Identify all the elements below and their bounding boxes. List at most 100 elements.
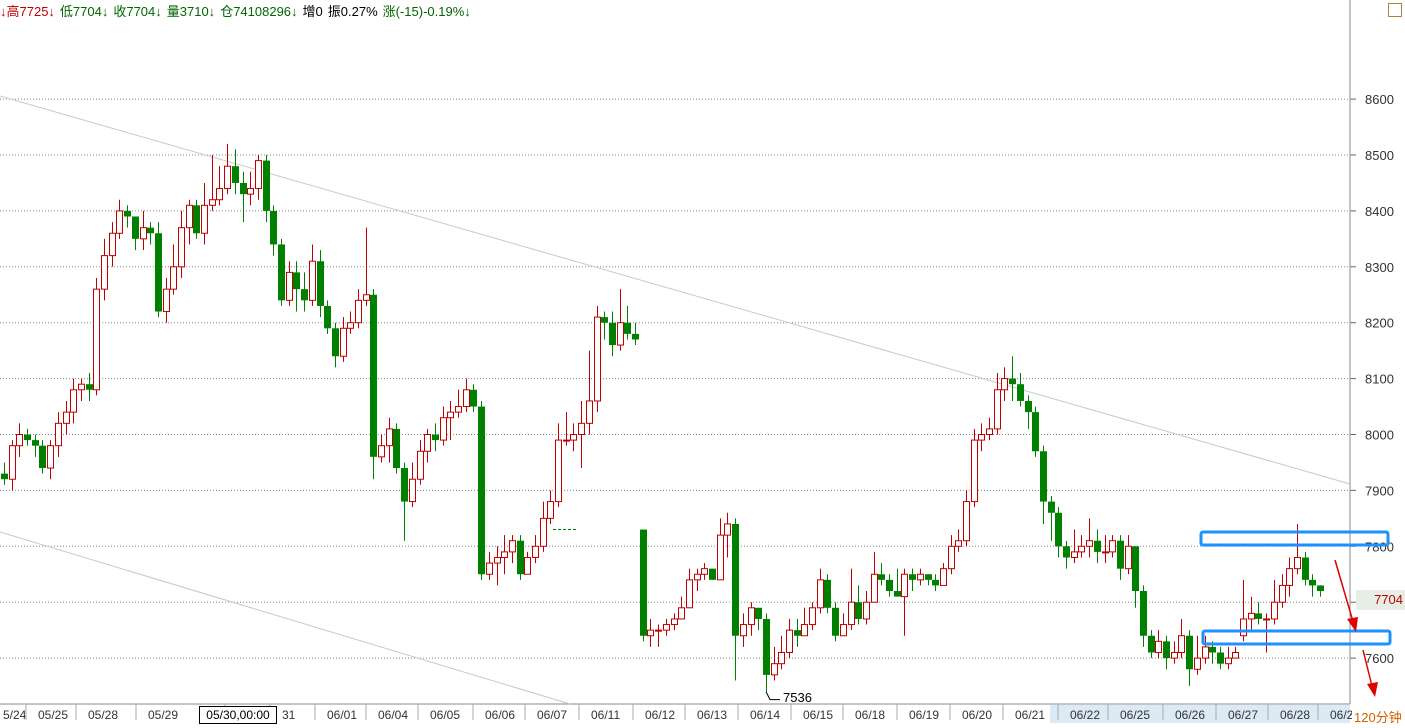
candle-body-down xyxy=(855,602,862,619)
candle-body-down xyxy=(709,568,716,580)
last-price-tag: 7704 xyxy=(1356,590,1405,610)
candle-body-up xyxy=(1248,612,1255,620)
candle-body-down xyxy=(609,322,616,346)
candle-body-up xyxy=(570,434,577,441)
y-tick-label: 8600 xyxy=(1365,92,1394,107)
candle-body-up xyxy=(1232,652,1239,659)
candle-body-up xyxy=(140,227,147,240)
candle-body-down xyxy=(332,328,339,357)
candle-body-down xyxy=(1032,412,1039,452)
candle-body-down xyxy=(278,244,285,301)
y-tick-label: 8200 xyxy=(1365,316,1394,331)
candle-body-up xyxy=(178,227,185,268)
x-tick-label: 06/15 xyxy=(803,708,833,722)
candle-body-up xyxy=(163,288,170,313)
candle-body-down xyxy=(263,160,270,211)
candle-body-up xyxy=(93,288,100,391)
candle-body-down xyxy=(640,529,647,636)
candle-body-down xyxy=(763,618,770,675)
candle-body-up xyxy=(386,428,393,447)
x-tick-label: 06/11 xyxy=(591,708,620,722)
candle-body-down xyxy=(1309,579,1316,586)
candle-body-down xyxy=(1063,546,1070,558)
candle-body-up xyxy=(663,624,670,631)
candle-body-up xyxy=(547,501,554,519)
candle-body-up xyxy=(701,568,708,575)
candle-body-down xyxy=(886,579,893,592)
candle-body-up xyxy=(1171,652,1178,659)
candle-body-up xyxy=(917,573,924,581)
candle-body-up xyxy=(1263,618,1270,621)
candle-body-up xyxy=(740,624,747,637)
candle-body-down xyxy=(1163,641,1170,659)
candle-body-up xyxy=(1286,568,1293,586)
candle-body-up xyxy=(1071,551,1078,558)
candle-body-down xyxy=(317,261,324,306)
candle-body-up xyxy=(532,545,539,558)
candle-body-up xyxy=(971,439,978,503)
candle-body-up xyxy=(686,579,693,609)
x-tick-label: 06/12 xyxy=(645,708,675,722)
x-tick-label: 06/22 xyxy=(1070,708,1100,722)
candle-body-down xyxy=(878,574,885,580)
candlestick-chart[interactable]: 8600850084008300820081008000790078007700… xyxy=(0,0,1405,728)
candle-body-up xyxy=(170,266,177,290)
candle-body-up xyxy=(70,389,77,413)
candle-body-down xyxy=(39,445,46,469)
x-tick-label: 5/24 xyxy=(3,708,27,722)
candle-body-down xyxy=(301,289,308,301)
candle-body-down xyxy=(732,523,739,636)
candle-body-down xyxy=(824,579,831,608)
candle-body-up xyxy=(47,445,54,469)
candle-body-down xyxy=(24,434,31,441)
y-tick-label: 8300 xyxy=(1365,260,1394,275)
cursor-date-tag: 05/30,00:00 xyxy=(199,706,277,724)
candle-body-up xyxy=(486,562,493,575)
candle-body-down xyxy=(1055,512,1062,547)
y-tick-label: 7600 xyxy=(1365,651,1394,666)
candle-body-down xyxy=(909,574,916,580)
candle-body-up xyxy=(1279,584,1286,603)
candle-body-down xyxy=(832,607,839,636)
candle-body-up xyxy=(78,383,85,391)
down-arrow-head-2 xyxy=(1367,682,1378,697)
candle-body-up xyxy=(978,434,985,441)
candle-body-up xyxy=(509,540,516,553)
x-tick-label: 06/13 xyxy=(697,708,727,722)
candle-body-up xyxy=(378,445,385,458)
candle-body-up xyxy=(417,450,424,480)
candle-body-down xyxy=(132,216,139,239)
candle-body-down xyxy=(894,591,901,597)
candle-body-up xyxy=(347,322,354,329)
period-selector[interactable]: 120分钟 xyxy=(1352,707,1404,726)
y-tick-label: 7800 xyxy=(1365,539,1394,554)
support-box xyxy=(1201,629,1392,646)
candle-body-down xyxy=(794,630,801,636)
candle-body-down xyxy=(1117,540,1124,569)
candle-body-up xyxy=(1240,618,1247,637)
candle-body-up xyxy=(286,271,293,301)
candle-body-up xyxy=(586,400,593,424)
x-tick-label: 06/20 xyxy=(962,708,992,722)
candle-body-down xyxy=(1094,540,1101,552)
candle-body-up xyxy=(1294,556,1301,570)
x-tick-label: 05/28 xyxy=(88,708,118,722)
candle-body-down xyxy=(86,384,93,390)
candle-body-up xyxy=(748,607,755,626)
candle-body-up xyxy=(16,434,23,447)
candle-body-up xyxy=(201,204,208,234)
candle-body-up xyxy=(594,316,601,402)
candle-body-down xyxy=(470,389,477,407)
candle-body-up xyxy=(555,439,562,503)
candle-body-up xyxy=(801,624,808,637)
candle-body-up xyxy=(901,573,908,598)
candle-body-down xyxy=(1009,378,1016,385)
candle-body-down xyxy=(1140,591,1147,636)
candle-body-down xyxy=(232,166,239,183)
candle-body-down xyxy=(632,333,639,340)
candle-body-up xyxy=(647,629,654,637)
candle-body-up xyxy=(101,255,108,290)
candle-body-down xyxy=(155,233,162,312)
y-tick-label: 8000 xyxy=(1365,428,1394,443)
candle-body-up xyxy=(447,411,454,419)
